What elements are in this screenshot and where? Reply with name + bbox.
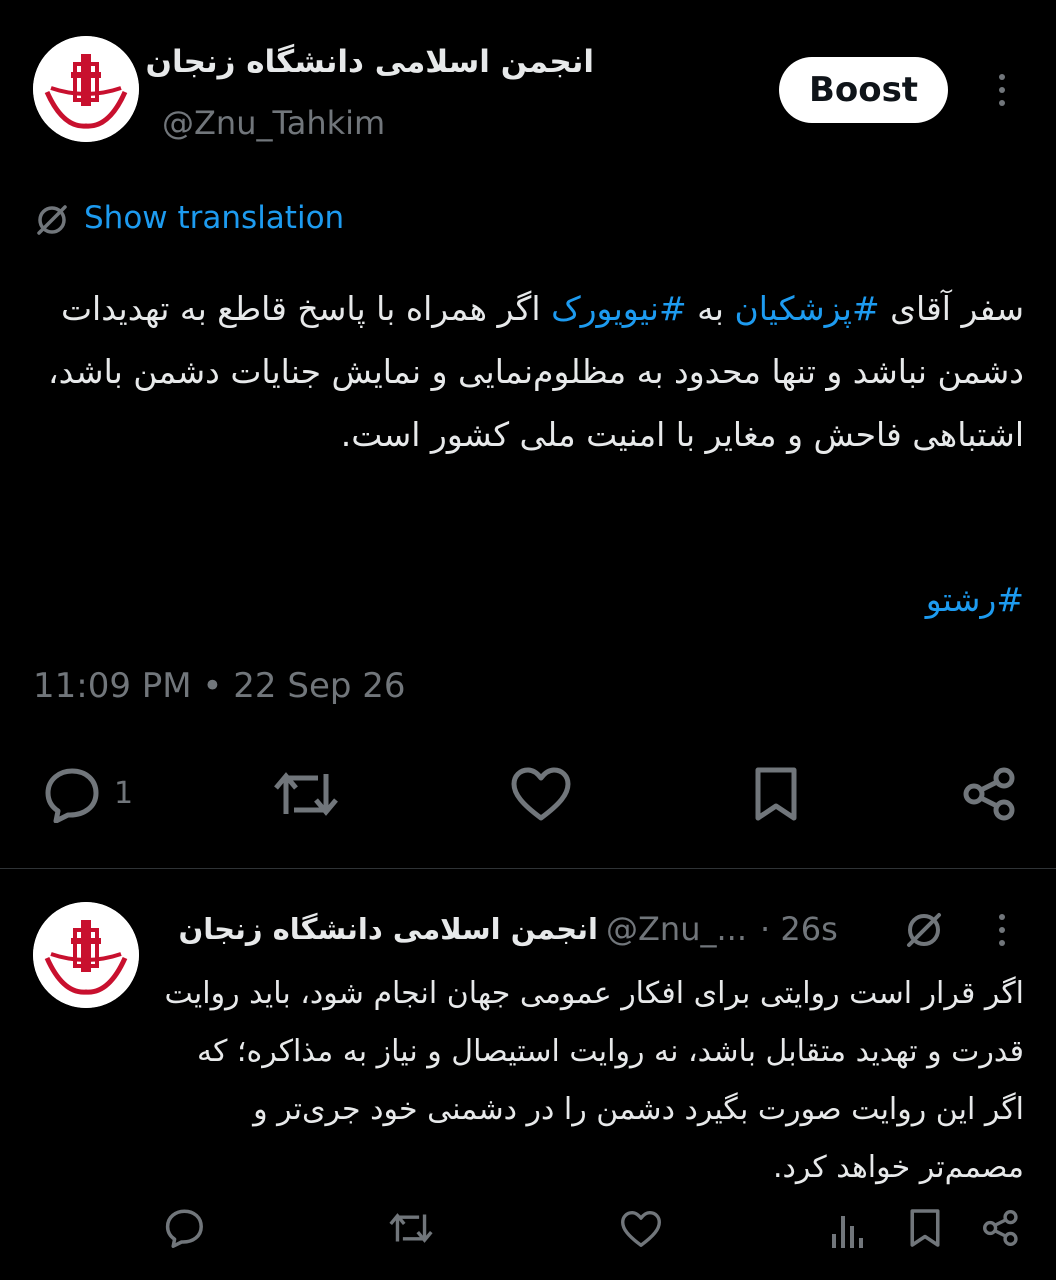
hashtag-link[interactable]: #پزشکیان	[734, 289, 879, 328]
more-icon[interactable]	[998, 914, 1006, 946]
divider	[0, 868, 1056, 869]
tweet-text: سفر آقای #پزشکیان به #نیویورک اگر همراه …	[44, 277, 1024, 466]
more-icon[interactable]	[998, 74, 1006, 106]
show-translation-link[interactable]: Show translation	[84, 200, 344, 236]
author-name[interactable]: انجمن اسلامی دانشگاه زنجان	[178, 912, 598, 946]
like-icon[interactable]	[510, 766, 572, 822]
tweet-timestamp: 11:09 PM • 22 Sep 26	[33, 666, 406, 706]
tweet-time: · 26s	[760, 910, 838, 948]
hashtag-link[interactable]: #رشتو	[926, 580, 1024, 619]
avatar[interactable]	[33, 36, 139, 142]
logo-icon	[33, 902, 139, 1008]
author-handle[interactable]: @Znu_...	[606, 910, 747, 948]
share-icon[interactable]	[982, 1208, 1020, 1248]
hashtag-link[interactable]: #نیویورک	[551, 289, 687, 328]
text-part: سفر آقای	[879, 289, 1024, 328]
author-name[interactable]: انجمن اسلامی دانشگاه زنجان	[146, 44, 595, 80]
like-icon[interactable]	[620, 1210, 662, 1248]
reply-icon[interactable]	[40, 767, 100, 823]
boost-button[interactable]: Boost	[779, 57, 948, 123]
text-part: به	[686, 289, 735, 328]
retweet-icon[interactable]	[272, 766, 340, 822]
bookmark-icon[interactable]	[908, 1208, 942, 1248]
share-icon[interactable]	[962, 766, 1018, 822]
reply-count: 1	[114, 776, 134, 811]
views-icon[interactable]	[830, 1210, 866, 1250]
reply-text: اگر قرار است روایتی برای افکار عمومی جها…	[164, 976, 1024, 1185]
reply-icon[interactable]	[162, 1208, 204, 1248]
bookmark-icon[interactable]	[752, 766, 800, 822]
author-handle[interactable]: @Znu_Tahkim	[162, 104, 385, 142]
translate-icon[interactable]	[34, 202, 70, 238]
logo-icon	[33, 36, 139, 142]
retweet-icon[interactable]	[388, 1208, 434, 1248]
avatar[interactable]	[33, 902, 139, 1008]
translate-icon[interactable]	[904, 910, 944, 950]
